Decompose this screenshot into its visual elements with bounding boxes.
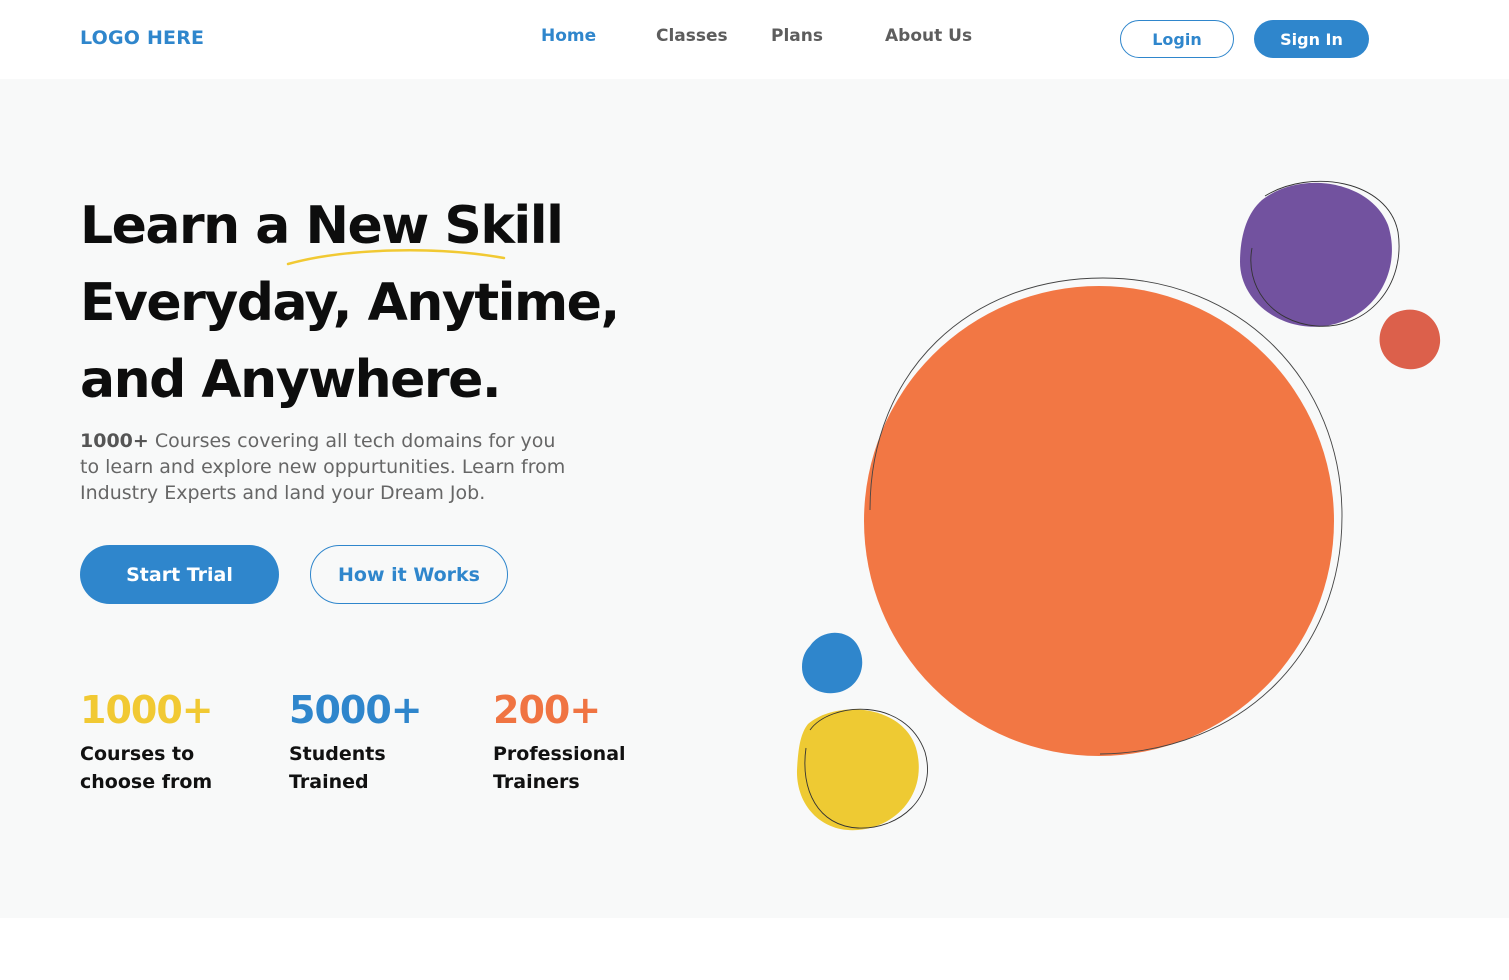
description-text: Courses covering all tech domains for yo… [80,430,566,504]
logo[interactable]: LOGO HERE [80,27,204,49]
stat-trainers-number: 200+ [493,688,601,732]
stat-trainers-label: Professional Trainers [493,740,626,796]
stat-courses-label: Courses to choose from [80,740,213,796]
top-navbar: LOGO HERE Home Classes Plans About Us Lo… [0,0,1509,79]
stat-courses-label-line2: choose from [80,771,213,793]
how-it-works-button[interactable]: How it Works [310,545,508,604]
headline-line-3: and Anywhere. [80,350,502,410]
description-highlight: 1000+ [80,430,149,452]
stat-students-number: 5000+ [289,688,423,732]
stat-students-label-line1: Students [289,743,386,765]
nav-link-plans[interactable]: Plans [771,26,823,46]
stat-trainers-label-line2: Trainers [493,771,580,793]
stat-courses-number: 1000+ [80,688,214,732]
stat-students: 5000+ Students Trained [289,688,423,796]
stat-trainers: 200+ Professional Trainers [493,688,626,796]
stat-courses-label-line1: Courses to [80,743,195,765]
sign-in-button[interactable]: Sign In [1254,20,1369,58]
headline-line-2: Everyday, Anytime, [80,273,620,333]
stat-students-label-line2: Trained [289,771,369,793]
stat-trainers-label-line1: Professional [493,743,626,765]
login-button[interactable]: Login [1120,20,1234,58]
nav-link-home[interactable]: Home [541,26,596,46]
hero-description: 1000+ Courses covering all tech domains … [80,428,580,506]
stat-students-label: Students Trained [289,740,422,796]
hero-headline: Learn a New Skill Everyday, Anytime, and… [80,188,620,419]
nav-link-classes[interactable]: Classes [656,26,728,46]
start-trial-button[interactable]: Start Trial [80,545,279,604]
nav-link-about-us[interactable]: About Us [885,26,972,46]
headline-underline-decoration [286,249,506,266]
stat-courses: 1000+ Courses to choose from [80,688,214,796]
